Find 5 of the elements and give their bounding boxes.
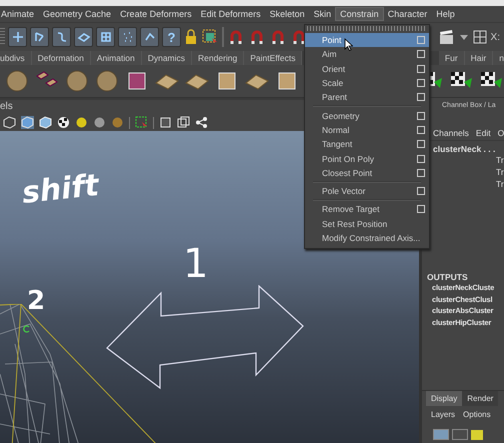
handwritten-label: shift bbox=[20, 171, 100, 209]
handwritten-number: 1 bbox=[183, 244, 208, 284]
field-label: X: bbox=[490, 32, 501, 42]
outputs-heading: OUTPUTS bbox=[427, 272, 468, 282]
handwritten-number: 2 bbox=[27, 288, 46, 314]
